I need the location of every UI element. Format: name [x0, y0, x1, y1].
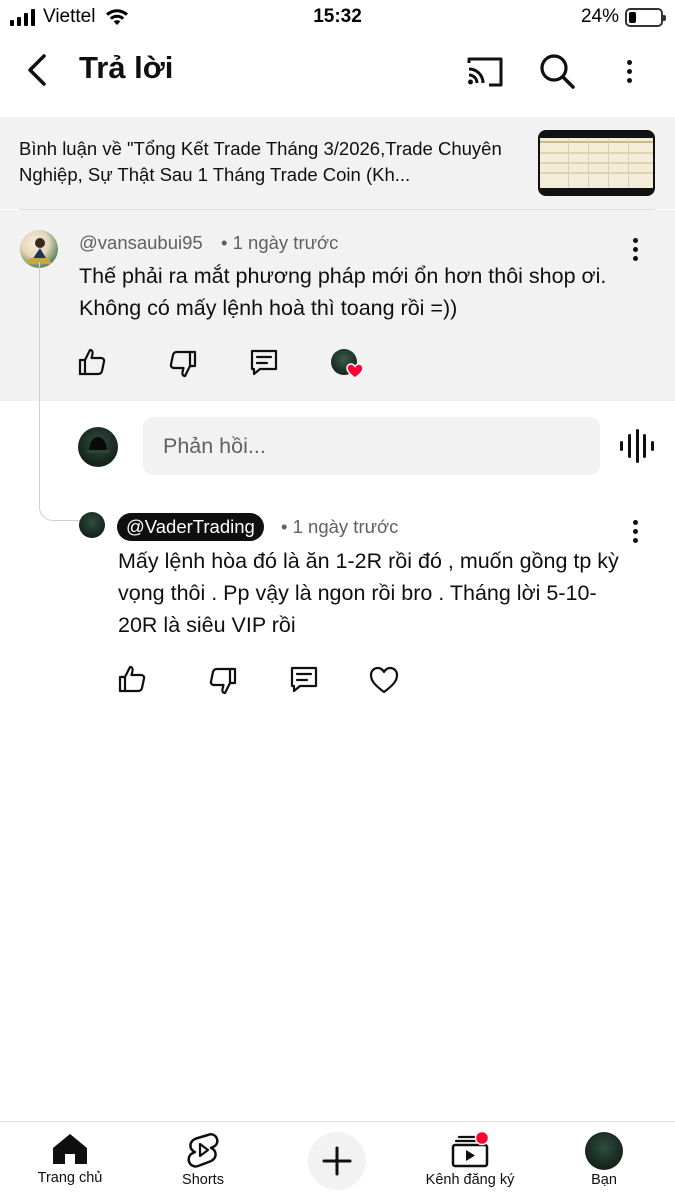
nav-shorts[interactable]: Shorts: [168, 1132, 238, 1188]
heart-icon[interactable]: [368, 664, 400, 696]
reply-icon[interactable]: [248, 346, 280, 378]
nav-label-you: Bạn: [591, 1172, 617, 1188]
nav-home[interactable]: Trang chủ: [30, 1132, 110, 1186]
reply-input[interactable]: [143, 417, 600, 475]
thread-connector-line: [39, 262, 81, 521]
cast-button[interactable]: [464, 50, 506, 92]
reply-icon[interactable]: [288, 663, 320, 695]
heart-badge-icon: [346, 363, 364, 379]
video-thumbnail[interactable]: [538, 130, 655, 196]
header: Trả lời: [0, 36, 675, 108]
nav-you[interactable]: Bạn: [574, 1132, 634, 1188]
video-context-text: Bình luận về "Tổng Kết Trade Tháng 3/202…: [19, 138, 502, 185]
comment-author[interactable]: @vansaubui95: [79, 232, 203, 254]
battery-fill: [629, 11, 636, 23]
more-options-button[interactable]: [608, 50, 650, 92]
dislike-icon[interactable]: [207, 665, 239, 697]
back-arrow-icon[interactable]: [20, 52, 56, 88]
avatar: [585, 1132, 623, 1170]
creator-username-badge[interactable]: @VaderTrading: [117, 513, 264, 541]
like-icon[interactable]: [116, 663, 148, 695]
comment-timestamp: • 1 ngày trước: [281, 516, 399, 537]
avatar[interactable]: [79, 512, 105, 538]
battery-percent: 24%: [580, 6, 619, 27]
dislike-icon[interactable]: [167, 348, 199, 380]
plus-icon: [322, 1146, 352, 1176]
avatar-helmet-illustration: [87, 437, 109, 453]
video-context-banner[interactable]: Bình luận về "Tổng Kết Trade Tháng 3/202…: [0, 117, 675, 209]
voice-input-icon[interactable]: [620, 428, 654, 464]
thumbnail-table-image: [540, 138, 653, 188]
status-time: 15:32: [313, 6, 362, 27]
nav-label-shorts: Shorts: [182, 1172, 224, 1188]
page-title: Trả lời: [79, 50, 174, 85]
nav-subscriptions[interactable]: Kênh đăng ký: [418, 1132, 522, 1188]
comment-timestamp: • 1 ngày trước: [221, 232, 339, 253]
parent-comment: @vansaubui95 • 1 ngày trước Thế phải ra …: [0, 210, 675, 401]
nav-label-subscriptions: Kênh đăng ký: [425, 1172, 515, 1188]
create-button[interactable]: [308, 1132, 366, 1190]
comment-more-icon[interactable]: [623, 513, 647, 549]
search-button[interactable]: [536, 50, 578, 92]
home-icon: [53, 1134, 87, 1164]
comment-text: Mấy lệnh hòa đó là ăn 1-2R rồi đó , muốn…: [118, 549, 619, 637]
shorts-icon: [187, 1133, 219, 1168]
subscriptions-icon: [451, 1132, 490, 1168]
nav-label-home: Trang chủ: [37, 1170, 103, 1186]
status-right: 24%: [580, 6, 666, 28]
status-bar: Viettel 15:32 24%: [0, 0, 675, 36]
search-icon: [540, 54, 575, 89]
battery-icon: [625, 7, 666, 27]
cast-icon: [467, 57, 503, 87]
bottom-navigation: Trang chủ Shorts Kênh đăng ký Bạn: [0, 1121, 675, 1200]
more-vertical-icon: [617, 53, 641, 89]
my-avatar[interactable]: [78, 427, 118, 467]
comment-text: Thế phải ra mắt phương pháp mới ổn hơn t…: [79, 264, 607, 320]
